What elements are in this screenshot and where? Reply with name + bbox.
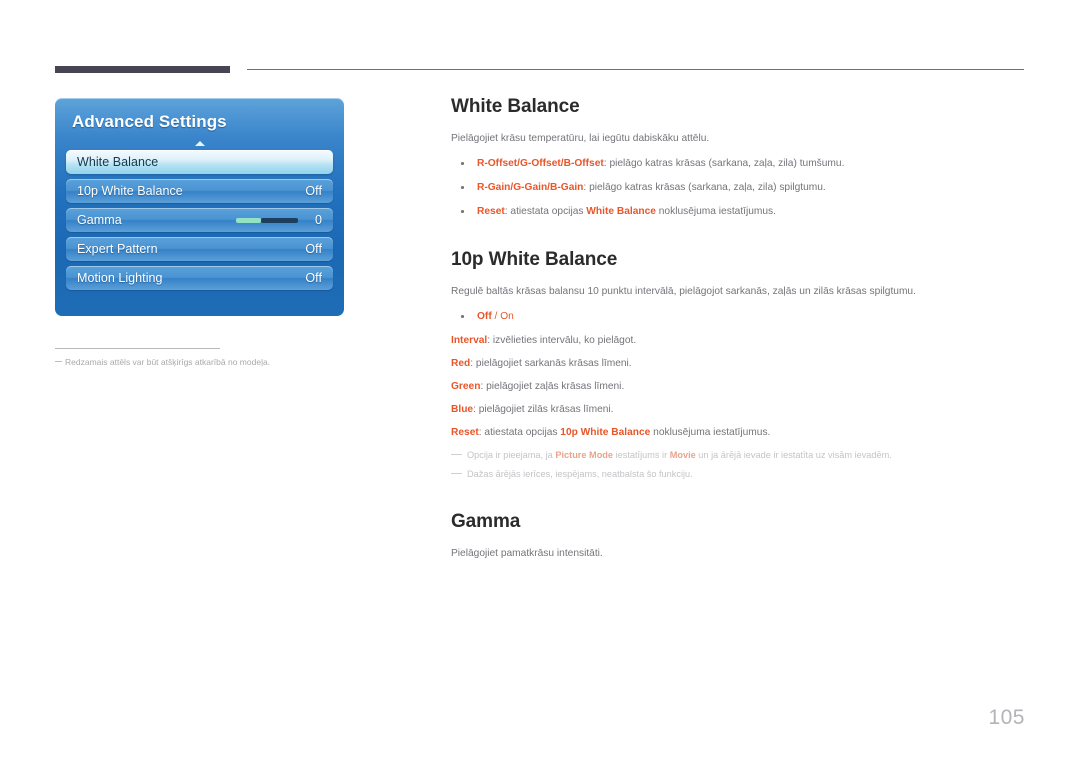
section-10p-white-balance: 10p White Balance Regulē baltās krāsas b…: [451, 249, 1031, 481]
option-on: On: [500, 311, 514, 322]
detail-text: : pielāgojiet sarkanās krāsas līmeni.: [470, 358, 632, 369]
osd-footnote: Redzamais attēls var būt atšķirīgs atkar…: [55, 355, 355, 369]
detail-text: : pielāgojiet zilās krāsas līmeni.: [473, 404, 614, 415]
gamma-value: 0: [314, 213, 322, 227]
menu-item-label: Expert Pattern: [77, 242, 158, 256]
bullet-item-option: Off / On: [451, 309, 1031, 324]
bullet-item: Reset: atiestata opcijas White Balance n…: [451, 204, 1031, 219]
bullet-key: R-Gain/G-Gain/B-Gain: [477, 182, 584, 193]
detail-inner-key: 10p White Balance: [560, 427, 651, 438]
bullet-text: : pielāgo katras krāsas (sarkana, zaļa, …: [583, 182, 826, 193]
dash-icon: [55, 361, 62, 363]
detail-line: Blue: pielāgojiet zilās krāsas līmeni.: [451, 402, 1031, 417]
detail-line: Reset: atiestata opcijas 10p White Balan…: [451, 425, 1031, 440]
menu-item-value: Off: [305, 184, 322, 198]
osd-footnote-text: Redzamais attēls var būt atšķirīgs atkar…: [65, 357, 271, 367]
gamma-slider[interactable]: [236, 217, 298, 223]
gamma-slider-track: [260, 217, 298, 223]
header-accent-bar: [55, 66, 230, 73]
option-off: Off: [477, 311, 492, 322]
detail-line: Interval: izvēlieties intervālu, ko piel…: [451, 333, 1031, 348]
menu-item-10p-white-balance[interactable]: 10p White Balance Off: [66, 179, 333, 203]
bullet-text-after: noklusējuma iestatījumus.: [655, 206, 776, 217]
bullet-inner-key: White Balance: [586, 206, 656, 217]
bullet-key: R-Offset/G-Offset/B-Offset: [477, 158, 604, 169]
detail-key: Green: [451, 381, 481, 392]
bullet-text: : atiestata opcijas: [504, 206, 587, 217]
menu-item-value: Off: [305, 242, 322, 256]
detail-key: Blue: [451, 404, 474, 415]
bullet-item: R-Gain/G-Gain/B-Gain: pielāgo katras krā…: [451, 180, 1031, 195]
osd-illustration: Advanced Settings White Balance 10p Whit…: [55, 98, 344, 316]
page-number: 105: [988, 706, 1025, 729]
menu-item-white-balance[interactable]: White Balance: [66, 150, 333, 174]
menu-item-motion-lighting[interactable]: Motion Lighting Off: [66, 266, 333, 290]
section-description: Regulē baltās krāsas balansu 10 punktu i…: [451, 286, 916, 297]
menu-item-expert-pattern[interactable]: Expert Pattern Off: [66, 237, 333, 261]
menu-title: Advanced Settings: [72, 112, 227, 131]
detail-text: : atiestata opcijas: [478, 427, 561, 438]
advanced-settings-menu: Advanced Settings White Balance 10p Whit…: [55, 98, 344, 316]
document-body: White Balance Pielāgojiet krāsu temperat…: [451, 96, 1031, 571]
bullet-key: Reset: [477, 206, 505, 217]
triangle-up-icon[interactable]: [194, 141, 205, 146]
footnote-divider: [55, 348, 220, 349]
note-key-movie: Movie: [669, 450, 696, 460]
dash-icon: [451, 473, 462, 474]
detail-text: : pielāgojiet zaļās krāsas līmeni.: [480, 381, 625, 392]
detail-key: Interval: [451, 335, 488, 346]
section-heading: White Balance: [451, 96, 580, 117]
menu-item-value: Off: [305, 271, 322, 285]
detail-text: : izvēlieties intervālu, ko pielāgot.: [487, 335, 637, 346]
section-description: Pielāgojiet pamatkrāsu intensitāti.: [451, 548, 603, 559]
detail-line: Green: pielāgojiet zaļās krāsas līmeni.: [451, 379, 1031, 394]
note-text-a: Opcija ir pieejama, ja: [467, 450, 556, 460]
menu-item-label: Motion Lighting: [77, 271, 163, 285]
section-bullet-list: Off / On: [451, 309, 1031, 324]
note-text-b: iestatījums ir: [613, 450, 670, 460]
menu-item-label: Gamma: [77, 213, 122, 227]
dash-icon: [451, 454, 462, 455]
section-heading: Gamma: [451, 511, 521, 532]
detail-line: Red: pielāgojiet sarkanās krāsas līmeni.: [451, 356, 1031, 371]
detail-key: Red: [451, 358, 471, 369]
gamma-slider-fill: [236, 217, 261, 223]
option-separator: /: [491, 311, 501, 322]
menu-item-gamma[interactable]: Gamma 0: [66, 208, 333, 232]
note-key-picture-mode: Picture Mode: [555, 450, 614, 460]
bullet-item: R-Offset/G-Offset/B-Offset: pielāgo katr…: [451, 156, 1031, 171]
menu-rows: White Balance 10p White Balance Off Gamm…: [55, 150, 344, 301]
section-bullet-list: R-Offset/G-Offset/B-Offset: pielāgo katr…: [451, 156, 1031, 219]
menu-item-label: 10p White Balance: [77, 184, 183, 198]
bullet-text: : pielāgo katras krāsas (sarkana, zaļa, …: [603, 158, 845, 169]
note-text-c: un ja ārējā ievade ir iestatīta uz visām…: [695, 450, 892, 460]
menu-item-label: White Balance: [77, 155, 159, 169]
detail-key: Reset: [451, 427, 479, 438]
header-rule: [247, 69, 1024, 70]
note-text-a: Dažas ārējās ierīces, iespējams, neatbal…: [467, 469, 693, 479]
section-heading: 10p White Balance: [451, 249, 618, 270]
section-gamma: Gamma Pielāgojiet pamatkrāsu intensitāti…: [451, 511, 1031, 561]
section-note: Dažas ārējās ierīces, iespējams, neatbal…: [451, 467, 1031, 481]
section-note: Opcija ir pieejama, ja Picture Mode iest…: [451, 448, 1031, 462]
section-white-balance: White Balance Pielāgojiet krāsu temperat…: [451, 96, 1031, 219]
detail-text-after: noklusējuma iestatījumus.: [650, 427, 771, 438]
section-description: Pielāgojiet krāsu temperatūru, lai iegūt…: [451, 133, 710, 144]
